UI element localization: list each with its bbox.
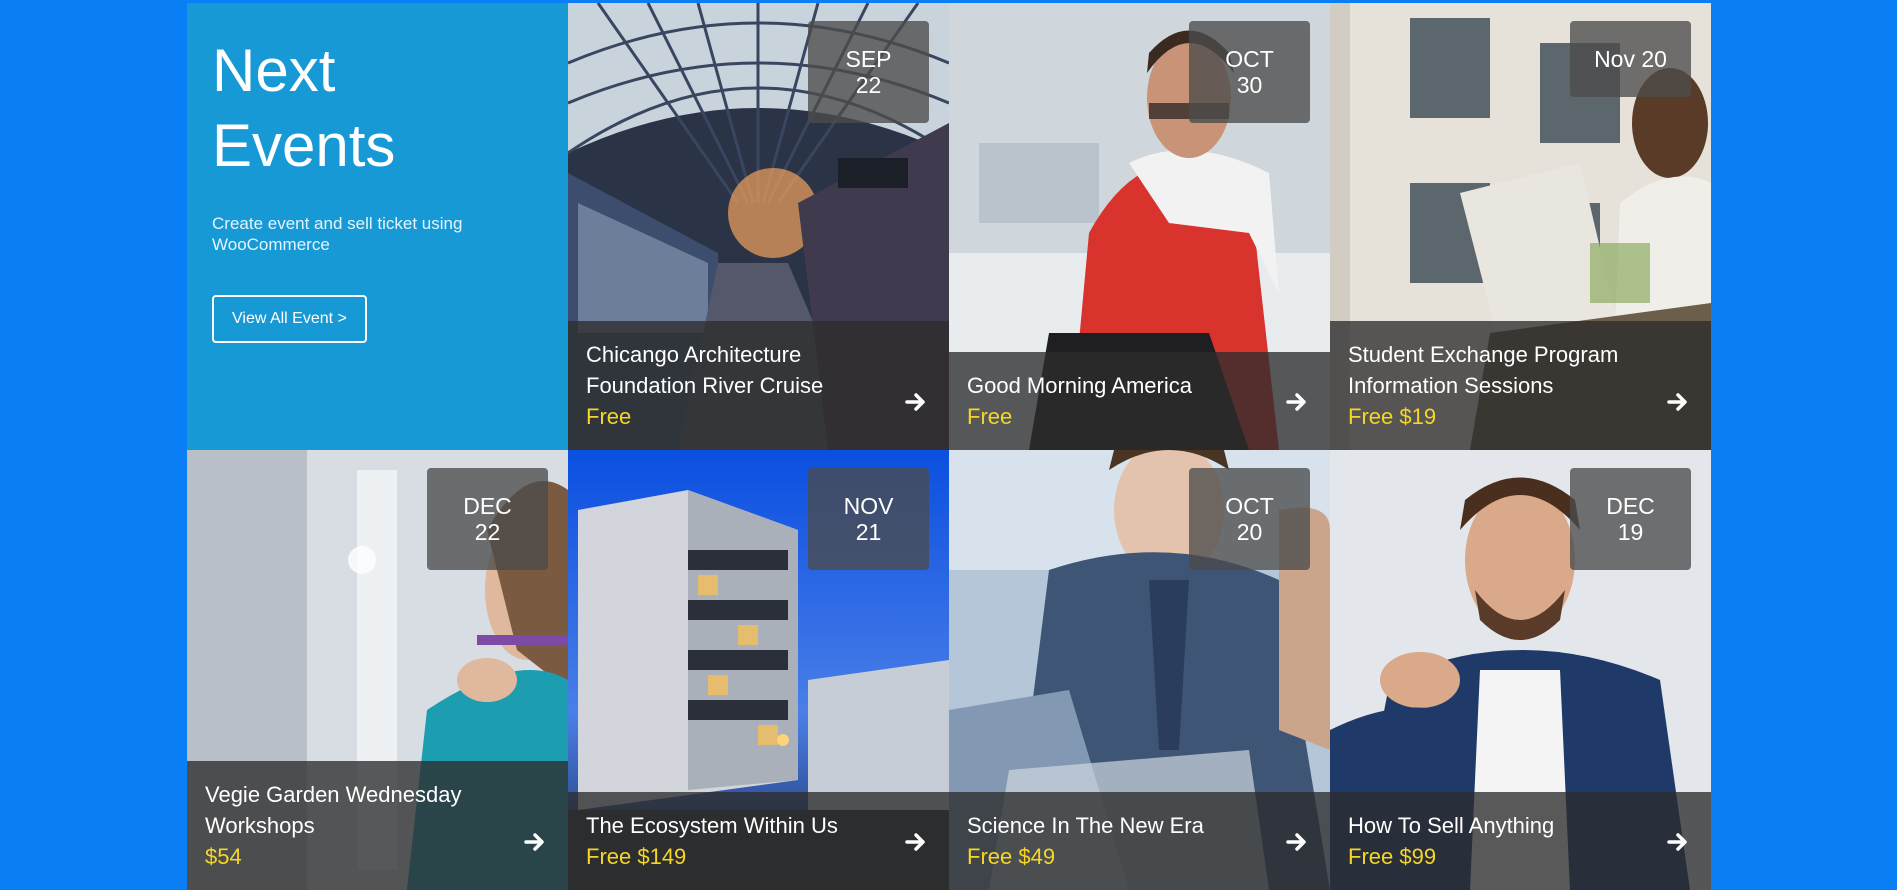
- event-price: Free $149: [586, 844, 687, 869]
- event-card[interactable]: OCT 20 Science In The New Era Free $49: [949, 450, 1330, 890]
- event-date-day: 20: [1236, 519, 1263, 545]
- view-all-events-button[interactable]: View All Event >: [212, 295, 367, 343]
- event-title[interactable]: Good Morning America: [967, 370, 1270, 401]
- event-card[interactable]: NOV 21 The Ecosystem Within Us Free $149: [568, 450, 949, 890]
- event-card[interactable]: DEC 19 How To Sell Anything Free $99: [1330, 450, 1711, 890]
- event-price: Free $19: [1348, 404, 1437, 429]
- arrow-right-icon[interactable]: [1667, 392, 1689, 412]
- event-info: Chicango Architecture Foundation River C…: [568, 321, 949, 450]
- event-info: Good Morning America Free: [949, 352, 1330, 450]
- event-date-month: OCT: [1225, 46, 1274, 72]
- arrow-right-icon[interactable]: [524, 832, 546, 852]
- event-date-month: Nov 20: [1594, 46, 1667, 72]
- event-title[interactable]: Student Exchange Program Information Ses…: [1348, 339, 1651, 401]
- event-price: Free $99: [1348, 844, 1437, 869]
- event-date-badge: NOV 21: [808, 468, 929, 570]
- event-price: Free $49: [967, 844, 1056, 869]
- event-date-month: SEP: [845, 46, 892, 72]
- event-price: $54: [205, 844, 242, 869]
- event-date-month: NOV: [843, 493, 894, 519]
- section-subtitle: Create event and sell ticket using WooCo…: [212, 214, 463, 254]
- event-date-day: 30: [1236, 72, 1263, 98]
- section-title: Next Events: [212, 37, 396, 179]
- event-date-day: 22: [474, 519, 501, 545]
- event-card[interactable]: SEP 22 Chicango Architecture Foundation …: [568, 3, 949, 450]
- event-date-month: DEC: [463, 493, 512, 519]
- event-date-day: 19: [1617, 519, 1644, 545]
- event-info: How To Sell Anything Free $99: [1330, 792, 1711, 890]
- event-date-badge: OCT 30: [1189, 21, 1310, 123]
- event-price: Free: [586, 404, 632, 429]
- event-price: Free: [967, 404, 1013, 429]
- arrow-right-icon[interactable]: [1286, 392, 1308, 412]
- event-date-month: OCT: [1225, 493, 1274, 519]
- event-date-badge: DEC 22: [427, 468, 548, 570]
- arrow-right-icon[interactable]: [905, 832, 927, 852]
- event-date-day: 21: [855, 519, 882, 545]
- event-title[interactable]: How To Sell Anything: [1348, 810, 1651, 841]
- event-info: Science In The New Era Free $49: [949, 792, 1330, 890]
- event-title[interactable]: Vegie Garden Wednesday Workshops: [205, 779, 508, 841]
- arrow-right-icon[interactable]: [1667, 832, 1689, 852]
- event-info: The Ecosystem Within Us Free $149: [568, 792, 949, 890]
- event-card[interactable]: OCT 30 Good Morning America Free: [949, 3, 1330, 450]
- event-title[interactable]: Science In The New Era: [967, 810, 1270, 841]
- event-info: Vegie Garden Wednesday Workshops $54: [187, 761, 568, 890]
- event-date-badge: DEC 19: [1570, 468, 1691, 570]
- event-title[interactable]: The Ecosystem Within Us: [586, 810, 889, 841]
- event-date-badge: OCT 20: [1189, 468, 1310, 570]
- events-grid: Next Events Create event and sell ticket…: [187, 3, 1711, 890]
- event-date-badge: SEP 22: [808, 21, 929, 123]
- intro-panel: Next Events Create event and sell ticket…: [187, 3, 568, 450]
- event-card[interactable]: Nov 20 Student Exchange Program Informat…: [1330, 3, 1711, 450]
- event-info: Student Exchange Program Information Ses…: [1330, 321, 1711, 450]
- event-date-day: 22: [855, 72, 882, 98]
- event-date-month: DEC: [1606, 493, 1655, 519]
- arrow-right-icon[interactable]: [1286, 832, 1308, 852]
- event-date-badge: Nov 20: [1570, 21, 1691, 97]
- event-card[interactable]: DEC 22 Vegie Garden Wednesday Workshops …: [187, 450, 568, 890]
- event-title[interactable]: Chicango Architecture Foundation River C…: [586, 339, 889, 401]
- arrow-right-icon[interactable]: [905, 392, 927, 412]
